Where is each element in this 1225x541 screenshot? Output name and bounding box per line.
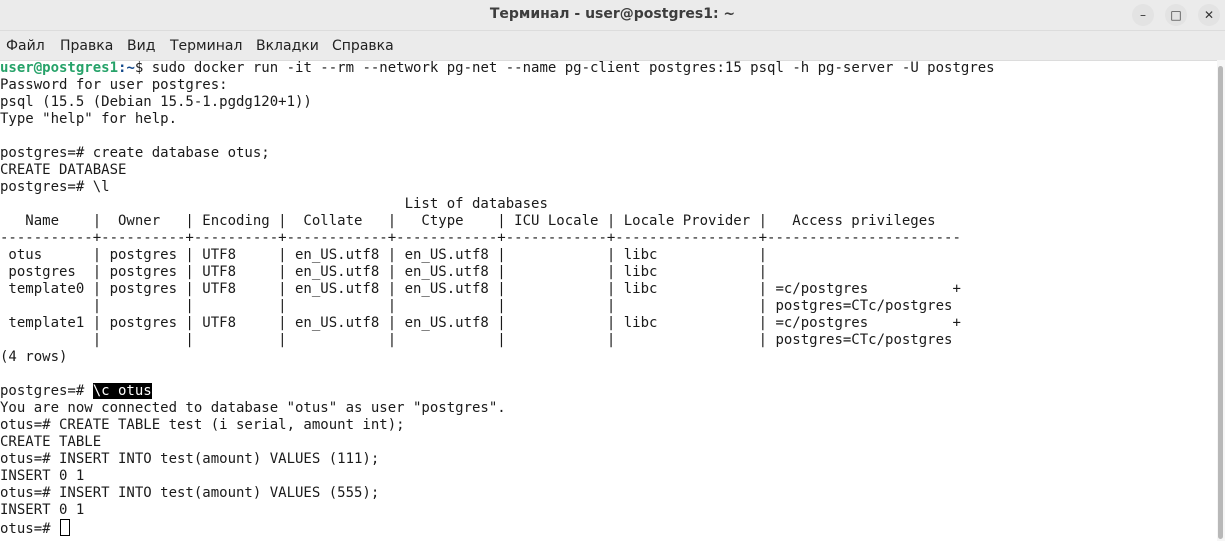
table-row: | | | | | | | postgres=CTc/postgres [0, 332, 953, 348]
output-line: psql (15.5 (Debian 15.5-1.pgdg120+1)) [0, 94, 312, 110]
command-line: user@postgres1:~$ sudo docker run -it --… [0, 60, 995, 77]
text-cursor [60, 519, 71, 536]
output-line: CREATE TABLE [0, 434, 102, 450]
psql-prompt: postgres=# [0, 383, 93, 399]
output-line: postgres=# \l [0, 179, 110, 195]
command-text: $ sudo docker run -it --rm --network pg-… [134, 60, 995, 76]
output-line: (4 rows) [0, 349, 68, 365]
menu-file[interactable]: Файл [6, 38, 45, 54]
minimize-button[interactable]: – [1132, 4, 1154, 26]
output-line: otus=# INSERT INTO test(amount) VALUES (… [0, 485, 380, 501]
terminal-window: Терминал - user@postgres1: ~ – □ ✕ Файл … [0, 0, 1225, 541]
prompt-path: :~ [118, 60, 135, 76]
table-row: template1 | postgres | UTF8 | en_US.utf8… [0, 315, 961, 331]
terminal-output[interactable]: user@postgres1:~$ sudo docker run -it --… [0, 60, 1215, 541]
output-line: INSERT 0 1 [0, 502, 85, 518]
output-line: Type "help" for help. [0, 111, 178, 127]
menu-view[interactable]: Вид [127, 38, 155, 54]
output-line: Password for user postgres: [0, 77, 228, 93]
output-line: postgres=# create database otus; [0, 145, 270, 161]
table-row: template0 | postgres | UTF8 | en_US.utf8… [0, 281, 961, 297]
menu-tabs[interactable]: Вкладки [256, 38, 319, 54]
output-line: You are now connected to database "otus"… [0, 400, 506, 416]
maximize-button[interactable]: □ [1165, 4, 1187, 26]
table-separator: -----------+----------+----------+------… [0, 230, 961, 246]
prompt-user: user@postgres1 [0, 60, 119, 76]
close-button[interactable]: ✕ [1198, 4, 1220, 26]
table-row: otus | postgres | UTF8 | en_US.utf8 | en… [0, 247, 768, 263]
menu-help[interactable]: Справка [332, 38, 394, 54]
table-row: postgres | postgres | UTF8 | en_US.utf8 … [0, 264, 768, 280]
menu-edit[interactable]: Правка [60, 38, 113, 54]
vertical-scrollbar[interactable] [1217, 60, 1225, 541]
connect-line: postgres=# \c otus [0, 383, 152, 400]
output-line: otus=# INSERT INTO test(amount) VALUES (… [0, 451, 380, 467]
table-row: | | | | | | | postgres=CTc/postgres [0, 298, 953, 314]
menu-bar: Файл Правка Вид Терминал Вкладки Справка [0, 31, 1225, 61]
input-line[interactable]: otus=# [0, 519, 71, 537]
output-line: otus=# CREATE TABLE test (i serial, amou… [0, 417, 405, 433]
menu-terminal[interactable]: Терминал [170, 38, 242, 54]
output-line: CREATE DATABASE [0, 162, 127, 178]
selected-command[interactable]: \c otus [92, 383, 152, 399]
scroll-thumb[interactable] [1218, 66, 1223, 539]
table-header: Name | Owner | Encoding | Collate | Ctyp… [0, 213, 936, 229]
final-prompt: otus=# [0, 521, 60, 537]
window-title: Терминал - user@postgres1: ~ [489, 6, 736, 22]
output-line: INSERT 0 1 [0, 468, 85, 484]
table-title: List of databases [0, 196, 548, 212]
title-bar[interactable]: Терминал - user@postgres1: ~ – □ ✕ [0, 0, 1225, 31]
